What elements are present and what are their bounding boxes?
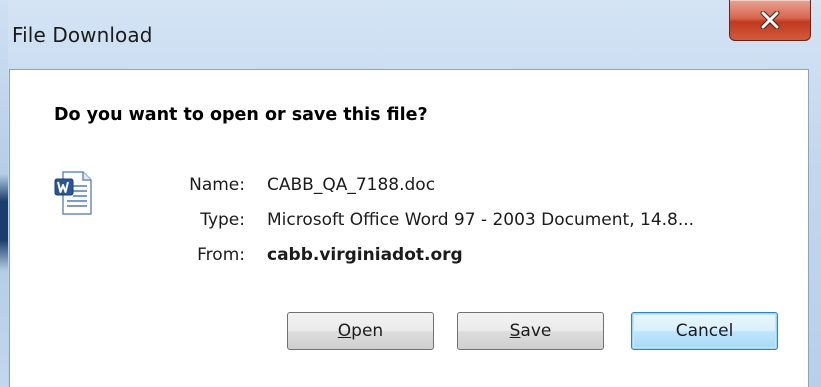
source-host-value: cabb.virginiadot.org (267, 245, 463, 265)
close-button[interactable] (729, 0, 811, 41)
title-bar[interactable]: File Download (0, 0, 821, 70)
open-button-label: pen (351, 321, 384, 341)
cancel-button[interactable]: Cancel (631, 312, 778, 350)
from-label: From: (197, 245, 245, 265)
save-button-label: ave (520, 321, 552, 341)
save-button-mnemonic: S (509, 321, 521, 341)
file-type-value: Microsoft Office Word 97 - 2003 Document… (267, 210, 695, 230)
name-label: Name: (189, 175, 245, 195)
window-title: File Download (12, 23, 153, 47)
dialog-content: Do you want to open or save this file? N… (9, 69, 809, 387)
file-download-window: File Download Do you want to open or sav… (0, 0, 821, 387)
open-button[interactable]: Open (287, 312, 434, 350)
open-button-mnemonic: O (337, 321, 352, 341)
cancel-button-label: Cancel (675, 321, 734, 341)
type-label: Type: (200, 210, 245, 230)
word-document-icon (53, 170, 93, 216)
save-button[interactable]: Save (457, 312, 604, 350)
file-name-value: CABB_QA_7188.doc (267, 175, 436, 195)
close-icon (760, 11, 780, 29)
dialog-question: Do you want to open or save this file? (54, 105, 428, 125)
